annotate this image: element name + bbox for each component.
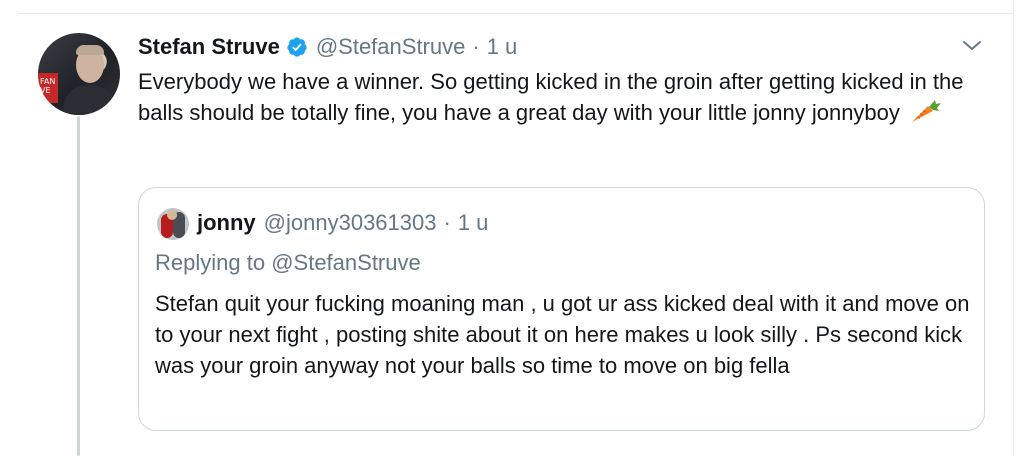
- author-name[interactable]: Stefan Struve: [138, 34, 280, 60]
- replying-to-line: Replying to @StefanStruve: [155, 250, 421, 276]
- avatar-banner-text: FAN VE: [40, 77, 56, 95]
- header-separator: ·: [472, 34, 480, 59]
- replying-to-mention[interactable]: @StefanStruve: [271, 250, 421, 275]
- quoted-tweet-card[interactable]: jonny @jonny30361303 · 1 u Replying to @…: [138, 187, 985, 431]
- quoted-tweet-header: jonny @jonny30361303 · 1 u: [197, 210, 488, 236]
- author-handle[interactable]: @StefanStruve: [316, 34, 466, 60]
- quoted-author-avatar[interactable]: [157, 208, 189, 240]
- chevron-down-icon[interactable]: [961, 38, 983, 54]
- tweet-text: Everybody we have a winner. So getting k…: [138, 69, 964, 125]
- tweet-header: Stefan Struve @StefanStruve · 1 u: [138, 33, 517, 61]
- replying-to-label: Replying to: [155, 250, 266, 275]
- verified-badge-icon: [287, 37, 307, 57]
- quoted-header-separator: ·: [443, 210, 451, 235]
- thread-connector-line: [77, 116, 80, 456]
- carrot-emoji-icon: [912, 100, 942, 122]
- quoted-author-handle[interactable]: @jonny30361303: [264, 210, 437, 236]
- quoted-tweet-text: Stefan quit your fucking moaning man , u…: [155, 291, 970, 378]
- tweet-body: Everybody we have a winner. So getting k…: [138, 66, 968, 128]
- author-avatar[interactable]: FAN VE: [38, 33, 120, 115]
- quoted-author-name[interactable]: jonny: [197, 210, 256, 236]
- tweet-timestamp[interactable]: 1 u: [487, 34, 518, 60]
- timeline-top-border: [18, 0, 1014, 14]
- quoted-tweet-timestamp[interactable]: 1 u: [458, 210, 489, 236]
- timeline-right-border: [1013, 0, 1014, 456]
